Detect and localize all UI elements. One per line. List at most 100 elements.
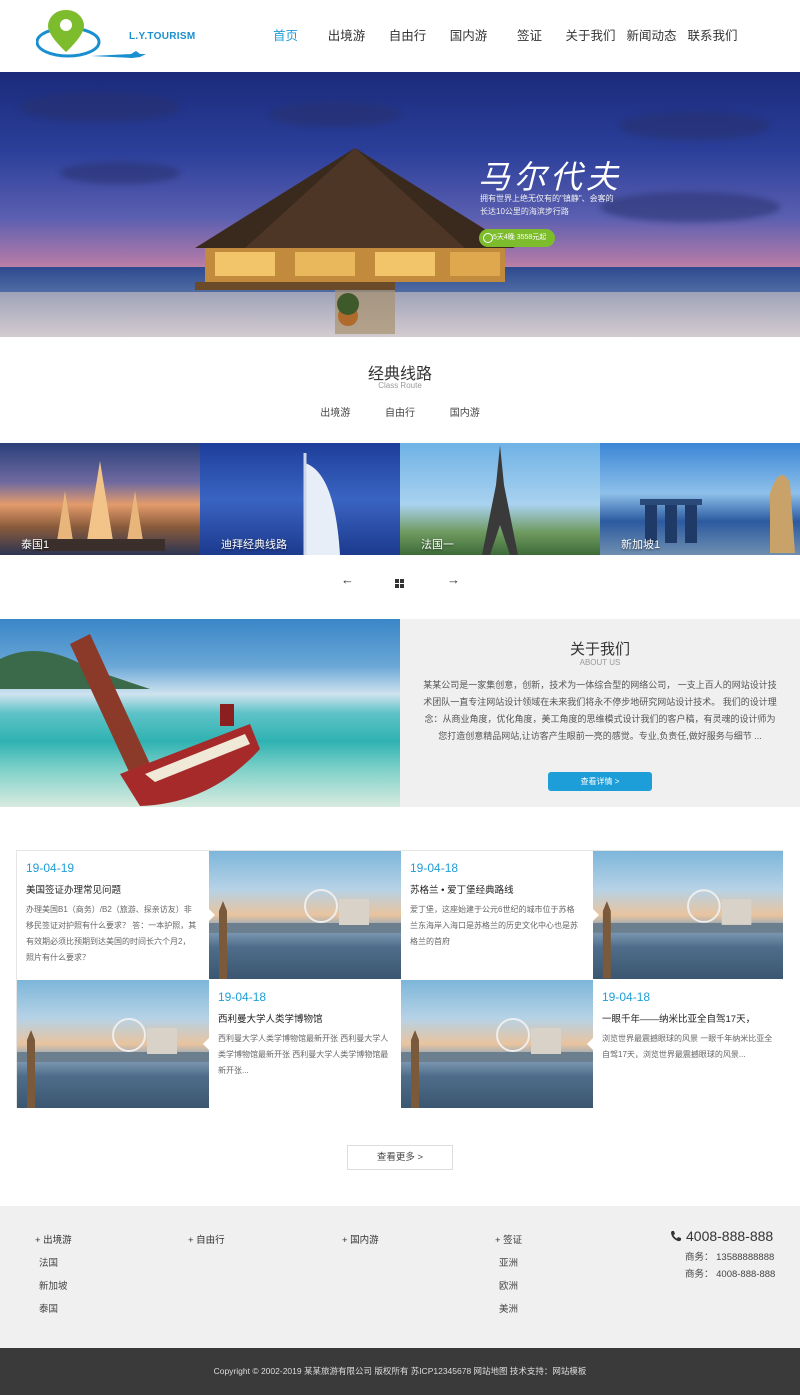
view-more-button[interactable]: 查看更多 > — [347, 1145, 453, 1170]
footer-col-head[interactable]: + 国内游 — [342, 1232, 379, 1246]
routes-subtitle: Class Route — [378, 381, 422, 390]
route-tab-free[interactable]: 自由行 — [385, 404, 415, 419]
clock-icon — [483, 233, 493, 243]
nav-outbound[interactable]: 出境游 — [316, 0, 377, 72]
news-image[interactable] — [209, 851, 401, 979]
news-image[interactable] — [593, 851, 783, 979]
eiffel-tower-illustration — [482, 445, 518, 555]
footer-link[interactable]: 新加坡 — [39, 1278, 72, 1292]
footer-link[interactable]: 亚洲 — [499, 1255, 522, 1269]
gallery-controls: ← → — [0, 572, 800, 592]
news-desc: 办理美国B1（商务）/B2（旅游、探亲访友）非移民签证对护照有什么要求？ 答：一… — [26, 905, 197, 962]
news-title[interactable]: 一眼千年——纳米比亚全自驾17天， — [602, 1011, 782, 1025]
route-label: 新加坡1 — [621, 539, 661, 551]
logo-text: L.Y.TOURISM — [129, 31, 196, 42]
nav-domestic[interactable]: 国内游 — [438, 0, 499, 72]
route-card-thailand[interactable]: 泰国1 — [0, 443, 200, 555]
route-label: 迪拜经典线路 — [221, 539, 287, 551]
arrow-right-icon[interactable]: → — [447, 572, 460, 587]
route-gallery: 泰国1 迪拜经典线路 法国一 新加坡1 — [0, 443, 800, 555]
route-card-singapore[interactable]: 新加坡1 — [600, 443, 800, 555]
news-item[interactable]: 19-04-18 一眼千年——纳米比亚全自驾17天， 浏览世界最震撼眼球的风景 … — [593, 980, 783, 1108]
footer-col-head[interactable]: + 自由行 — [188, 1232, 225, 1246]
cloud-shape — [600, 192, 780, 222]
london-eye-illustration — [17, 1018, 209, 1108]
london-eye-illustration — [593, 889, 783, 979]
about-image — [0, 619, 400, 807]
cloud-shape — [20, 92, 180, 122]
news-date: 19-04-18 — [410, 861, 459, 875]
news-desc: 浏览世界最震撼眼球的风景 一眼千年纳米比亚全自驾17天，浏览世界最震撼眼球的风景… — [602, 1034, 773, 1059]
about-subtitle: ABOUT US — [579, 658, 621, 667]
hero-price-badge[interactable]: 5天4晚 3558元起 — [479, 229, 555, 247]
footer-col-head[interactable]: + 签证 — [495, 1232, 522, 1246]
route-card-dubai[interactable]: 迪拜经典线路 — [200, 443, 400, 555]
nav-visa[interactable]: 签证 — [499, 0, 560, 72]
news-date: 19-04-18 — [218, 990, 267, 1004]
news-image[interactable] — [17, 980, 209, 1108]
about-title: 关于我们 — [569, 641, 630, 658]
news-grid: 19-04-19 美国签证办理常见问题 办理美国B1（商务）/B2（旅游、探亲访… — [16, 850, 783, 1108]
about-section: 关于我们 ABOUT US 某某公司是一家集创意，创新，技术为一体综合型的网络公… — [0, 619, 800, 807]
route-label: 泰国1 — [21, 539, 50, 551]
site-header: L.Y.TOURISM 首页 出境游 自由行 国内游 签证 关于我们 新闻动态 … — [0, 0, 800, 72]
news-title[interactable]: 西利曼大学人类学博物馆 — [218, 1011, 398, 1025]
nav-contact[interactable]: 联系我们 — [682, 0, 743, 72]
news-item[interactable]: 19-04-19 美国签证办理常见问题 办理美国B1（商务）/B2（旅游、探亲访… — [17, 851, 209, 979]
copyright-bar: Copyright © 2002-2019 某某旅游有限公司 版权所有 苏ICP… — [0, 1348, 800, 1395]
route-tab-domestic[interactable]: 国内游 — [450, 404, 480, 419]
longtail-boat-illustration — [70, 634, 260, 806]
cloud-shape — [270, 102, 400, 127]
cloud-shape — [620, 112, 770, 140]
pointer-arrow — [209, 909, 215, 921]
hero-badge-text: 5天4晚 3558元起 — [493, 234, 547, 241]
cloud-shape — [60, 162, 180, 184]
site-footer: + 出境游 法国 新加坡 泰国 + 自由行 + 国内游 + 签证 亚洲 欧洲 美… — [0, 1206, 800, 1348]
news-desc: 爱丁堡，这座始建于公元6世纪的城市位于苏格兰东海岸入海口是苏格兰的历史文化中心也… — [410, 905, 578, 946]
hero-banner[interactable]: 马尔代夫 拥有世界上绝无仅有的"镇静"、会客的长达10公里的海滨步行路 5天4晚… — [0, 72, 800, 337]
temple-illustration — [35, 461, 165, 551]
phone-icon — [671, 1231, 681, 1242]
nav-free-travel[interactable]: 自由行 — [377, 0, 438, 72]
nav-home[interactable]: 首页 — [255, 0, 316, 72]
about-text: 某某公司是一家集创意，创新，技术为一体综合型的网络公司， 一支上百人的网站设计技… — [423, 680, 777, 741]
london-eye-illustration — [401, 1018, 593, 1108]
footer-col-head[interactable]: + 出境游 — [35, 1232, 72, 1246]
london-eye-illustration — [209, 889, 401, 979]
news-date: 19-04-19 — [26, 861, 75, 875]
footer-link[interactable]: 法国 — [39, 1255, 72, 1269]
news-desc: 西利曼大学人类学博物馆最新开张 西利曼大学人类学博物馆最新开张 西利曼大学人类学… — [218, 1034, 389, 1075]
pointer-arrow — [593, 909, 599, 921]
footer-phone: 4008-888-888 — [670, 1228, 773, 1244]
route-tab-outbound[interactable]: 出境游 — [320, 404, 350, 419]
footer-link[interactable]: 美洲 — [499, 1301, 522, 1315]
footer-col-domestic: + 国内游 — [342, 1232, 379, 1255]
news-item[interactable]: 19-04-18 西利曼大学人类学博物馆 西利曼大学人类学博物馆最新开张 西利曼… — [209, 980, 401, 1108]
hero-subtitle: 拥有世界上绝无仅有的"镇静"、会客的长达10公里的海滨步行路 — [480, 194, 614, 216]
news-date: 19-04-18 — [602, 990, 651, 1004]
footer-col-free: + 自由行 — [188, 1232, 225, 1255]
footer-col-visa: + 签证 亚洲 欧洲 美洲 — [495, 1232, 522, 1324]
footer-link[interactable]: 泰国 — [39, 1301, 72, 1315]
arrow-left-icon[interactable]: ← — [341, 572, 354, 587]
hut-illustration — [195, 148, 515, 334]
nav-about[interactable]: 关于我们 — [560, 0, 621, 72]
about-details-button[interactable]: 查看详情 > — [548, 772, 652, 791]
route-tabs: 出境游 自由行 国内游 — [0, 404, 800, 419]
news-title[interactable]: 苏格兰 • 爱丁堡经典路线 — [410, 882, 590, 896]
main-nav: 首页 出境游 自由行 国内游 签证 关于我们 新闻动态 联系我们 — [255, 0, 743, 72]
nav-news[interactable]: 新闻动态 — [621, 0, 682, 72]
footer-col-outbound: + 出境游 法国 新加坡 泰国 — [35, 1232, 72, 1324]
news-image[interactable] — [401, 980, 593, 1108]
news-title[interactable]: 美国签证办理常见问题 — [26, 882, 206, 896]
route-label: 法国一 — [421, 539, 454, 551]
burj-al-arab-illustration — [303, 453, 340, 555]
footer-link[interactable]: 欧洲 — [499, 1278, 522, 1292]
news-item[interactable]: 19-04-18 苏格兰 • 爱丁堡经典路线 爱丁堡，这座始建于公元6世纪的城市… — [401, 851, 593, 979]
footer-business-line: 商务： 4008-888-888 — [685, 1269, 776, 1280]
footer-business-line: 商务： 13588888888 — [685, 1252, 775, 1263]
route-card-france[interactable]: 法国一 — [400, 443, 600, 555]
footer-phone-number: 4008-888-888 — [686, 1228, 774, 1244]
site-logo[interactable]: L.Y.TOURISM — [35, 6, 195, 64]
grid-icon[interactable] — [395, 576, 404, 591]
